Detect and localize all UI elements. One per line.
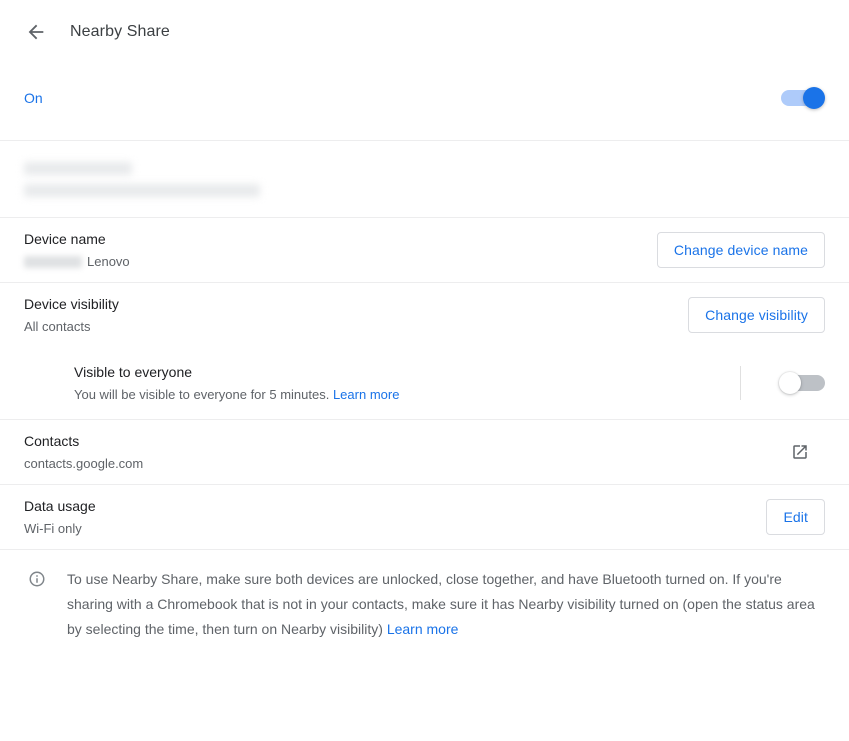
visible-to-everyone-learn-more-link[interactable]: Learn more [333, 387, 399, 402]
footer-learn-more-link[interactable]: Learn more [387, 621, 459, 637]
account-name-redacted [24, 161, 132, 175]
contacts-title: Contacts [24, 432, 80, 449]
data-usage-row: Data usage Wi-Fi only Edit [0, 485, 849, 549]
page-header: Nearby Share [0, 8, 849, 56]
footer-note: To use Nearby Share, make sure both devi… [0, 550, 849, 642]
device-name-title: Device name [24, 230, 106, 247]
page-title: Nearby Share [70, 23, 170, 40]
device-name-suffix: Lenovo [87, 253, 130, 269]
master-toggle-label: On [24, 90, 43, 106]
device-name-prefix-redacted [24, 256, 82, 269]
account-row [0, 141, 849, 217]
toggle-knob [779, 372, 801, 394]
device-name-value: Lenovo [24, 252, 130, 272]
toggle-knob [803, 87, 825, 109]
info-icon [28, 570, 46, 593]
change-device-name-button[interactable]: Change device name [656, 232, 825, 268]
device-visibility-value: All contacts [24, 318, 91, 334]
open-in-new-icon[interactable] [788, 440, 812, 464]
back-arrow-icon[interactable] [24, 20, 48, 44]
nearby-share-settings-page: Nearby Share On Device name Lenovo Chang… [0, 8, 849, 741]
visible-to-everyone-description: You will be visible to everyone for 5 mi… [74, 385, 399, 405]
nearby-share-master-row: On [0, 56, 849, 140]
footer-text: To use Nearby Share, make sure both devi… [67, 567, 825, 642]
edit-data-usage-button[interactable]: Edit [766, 499, 825, 535]
device-name-row: Device name Lenovo Change device name [0, 218, 849, 282]
nearby-share-master-toggle[interactable] [779, 87, 825, 109]
change-visibility-button[interactable]: Change visibility [688, 297, 825, 333]
visible-to-everyone-description-text: You will be visible to everyone for 5 mi… [74, 386, 330, 402]
visible-to-everyone-title: Visible to everyone [74, 363, 193, 380]
device-visibility-title: Device visibility [24, 295, 119, 312]
data-usage-title: Data usage [24, 497, 96, 514]
data-usage-value: Wi-Fi only [24, 520, 82, 536]
contacts-value: contacts.google.com [24, 455, 144, 471]
device-visibility-row: Device visibility All contacts Change vi… [0, 283, 849, 347]
visible-to-everyone-toggle[interactable] [779, 372, 825, 394]
account-email-redacted [24, 183, 260, 197]
contacts-row[interactable]: Contacts contacts.google.com [0, 420, 849, 484]
vertical-separator [740, 366, 741, 400]
visible-to-everyone-row: Visible to everyone You will be visible … [0, 347, 849, 419]
